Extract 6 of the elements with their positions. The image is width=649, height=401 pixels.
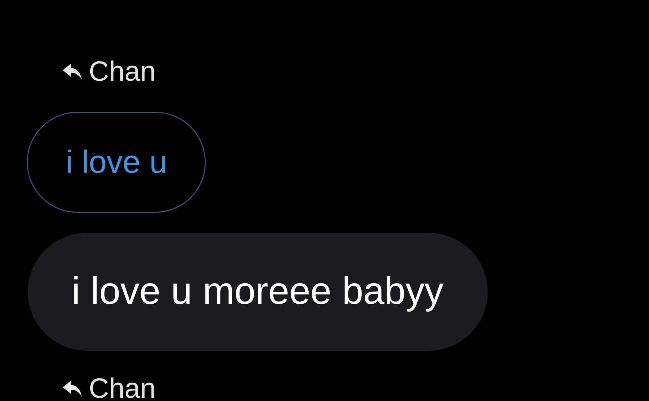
reply-arrow-icon — [63, 63, 83, 81]
quoted-message-bubble[interactable]: i love u — [27, 112, 206, 213]
message-bubble[interactable]: i love u moreee babyy — [28, 233, 488, 351]
reply-sender-name: Chan — [89, 372, 156, 401]
reply-arrow-icon — [63, 380, 83, 398]
reply-sender-name: Chan — [89, 55, 156, 89]
